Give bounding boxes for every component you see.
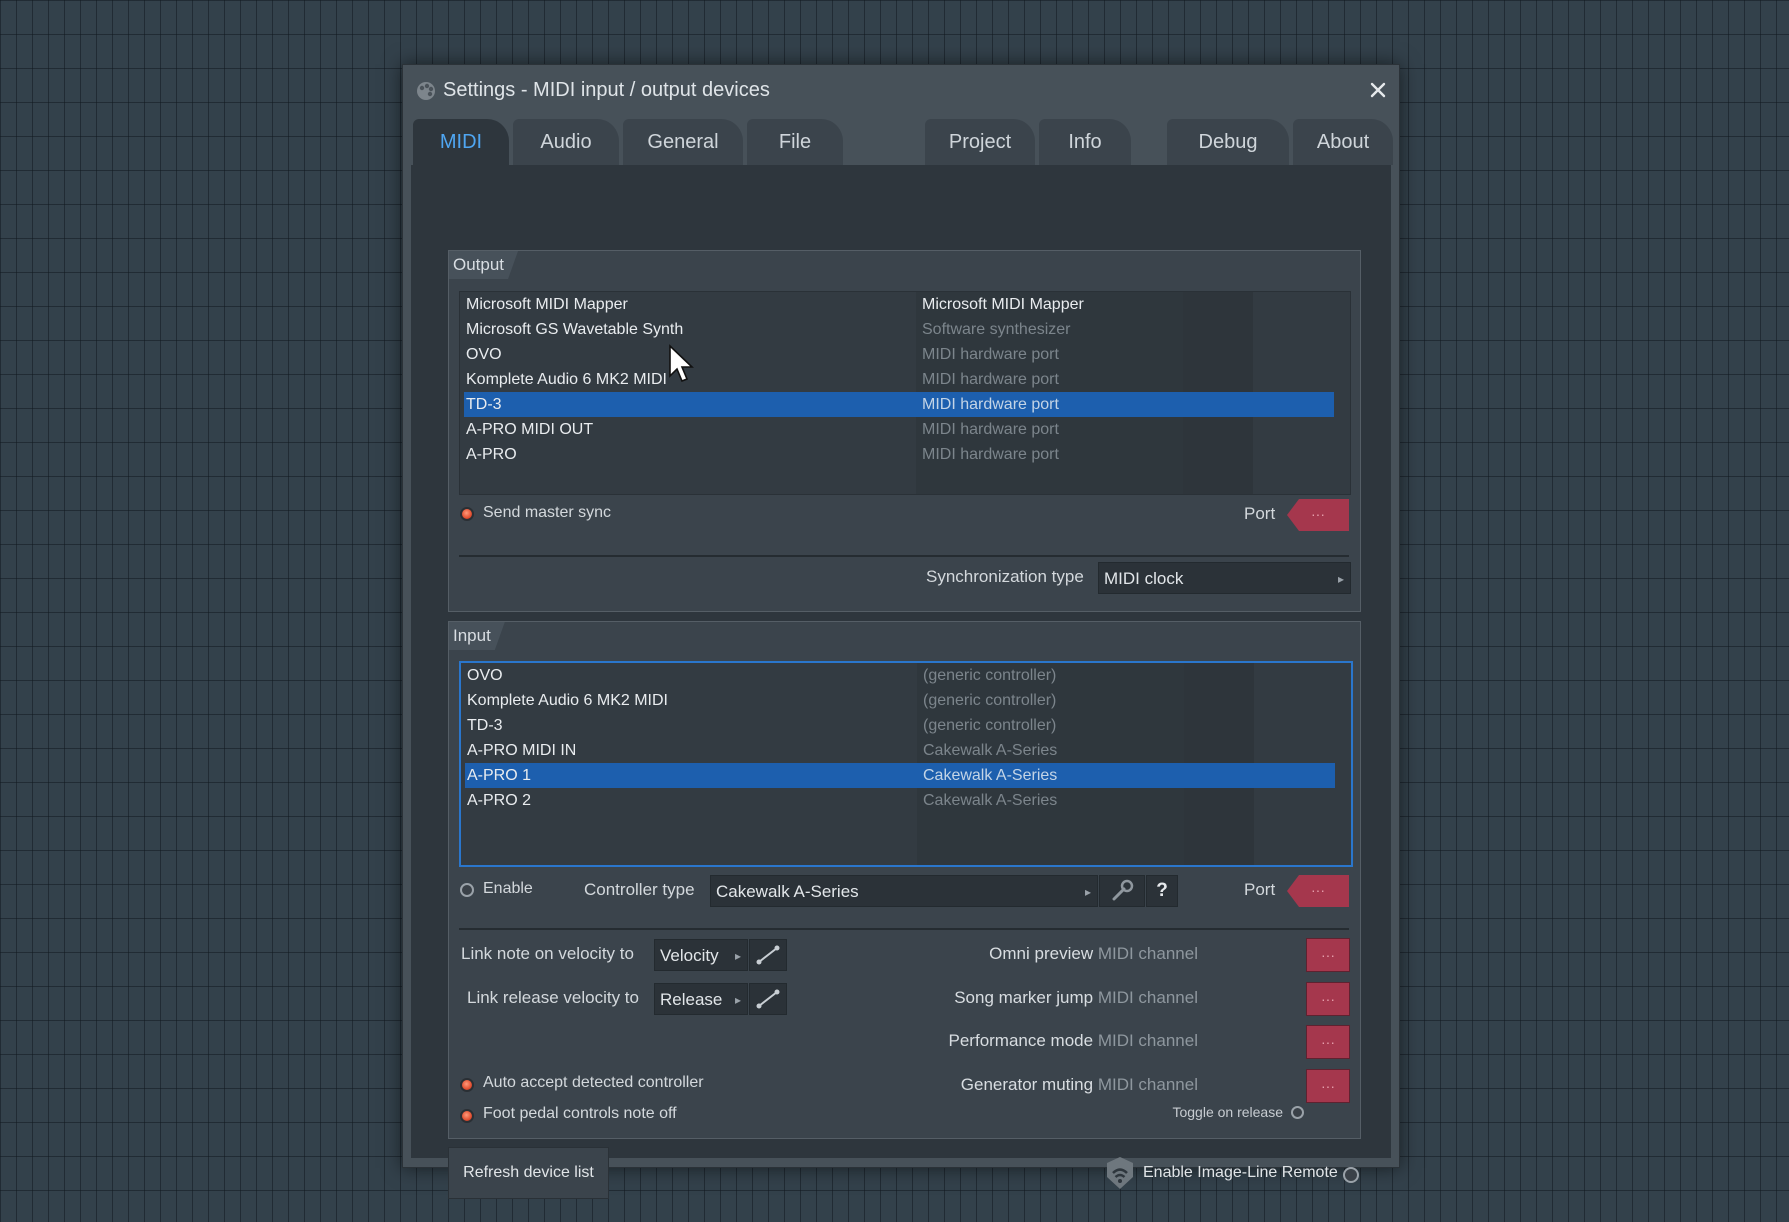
- controller-settings-button[interactable]: [1099, 875, 1145, 907]
- list-item[interactable]: A-PRO MIDI OUT MIDI hardware port: [464, 417, 1334, 442]
- tab-debug[interactable]: Debug: [1167, 119, 1289, 165]
- list-item[interactable]: A-PRO MIDI hardware port: [464, 442, 1334, 467]
- help-button[interactable]: ?: [1146, 875, 1178, 907]
- list-item[interactable]: A-PRO MIDI IN Cakewalk A-Series: [465, 738, 1335, 763]
- input-group-label: Input: [449, 622, 505, 650]
- song-marker-jump-channel[interactable]: ···: [1306, 982, 1350, 1016]
- enable-label: Enable: [483, 880, 533, 897]
- output-device-list[interactable]: Microsoft MIDI Mapper Microsoft MIDI Map…: [459, 291, 1351, 495]
- toggle-on-release-led[interactable]: [1291, 1106, 1304, 1119]
- list-item[interactable]: Komplete Audio 6 MK2 MIDI MIDI hardware …: [464, 367, 1334, 392]
- enable-led[interactable]: [460, 883, 474, 897]
- output-port-selector[interactable]: ···: [1287, 499, 1349, 531]
- tab-audio[interactable]: Audio: [513, 119, 619, 165]
- link-release-select[interactable]: Release ▸: [654, 983, 748, 1015]
- remote-shield-icon: [1107, 1157, 1133, 1189]
- auto-accept-led[interactable]: [460, 1078, 474, 1092]
- window-title: Settings - MIDI input / output devices: [443, 79, 770, 101]
- chevron-right-icon: ▸: [734, 949, 741, 963]
- chevron-right-icon: ▸: [734, 993, 741, 1007]
- link-release-label: Link release velocity to: [467, 988, 639, 1007]
- tab-general[interactable]: General: [623, 119, 743, 165]
- omni-preview-label: Omni preview MIDI channel: [989, 944, 1198, 963]
- fl-studio-logo-icon: [417, 82, 435, 100]
- list-item-selected[interactable]: TD-3 MIDI hardware port: [464, 392, 1334, 417]
- midi-settings-panel: Output Microsoft MIDI Mapper Microsoft M…: [411, 165, 1391, 1199]
- chevron-right-icon: ▸: [1084, 885, 1091, 899]
- list-item[interactable]: Komplete Audio 6 MK2 MIDI (generic contr…: [465, 688, 1335, 713]
- foot-pedal-label: Foot pedal controls note off: [483, 1105, 677, 1122]
- output-group: Output Microsoft MIDI Mapper Microsoft M…: [448, 250, 1361, 612]
- enable-remote-led[interactable]: [1343, 1167, 1359, 1183]
- list-item[interactable]: A-PRO 2 Cakewalk A-Series: [465, 788, 1335, 813]
- curve-icon: [756, 989, 780, 1009]
- send-master-sync-label: Send master sync: [483, 504, 612, 521]
- output-port-label: Port: [1244, 504, 1276, 523]
- title-bar[interactable]: Settings - MIDI input / output devices: [403, 65, 1399, 111]
- link-note-on-label: Link note on velocity to: [461, 944, 634, 963]
- list-item-selected[interactable]: A-PRO 1 Cakewalk A-Series: [465, 763, 1335, 788]
- tab-file[interactable]: File: [747, 119, 843, 165]
- list-item[interactable]: Microsoft MIDI Mapper Microsoft MIDI Map…: [464, 292, 1334, 317]
- generator-muting-label: Generator muting MIDI channel: [960, 1075, 1198, 1094]
- input-port-label: Port: [1244, 880, 1276, 899]
- auto-accept-label: Auto accept detected controller: [483, 1074, 704, 1091]
- tab-about[interactable]: About: [1293, 119, 1393, 165]
- curve-icon: [756, 945, 780, 965]
- refresh-device-list-button[interactable]: Refresh device list: [448, 1147, 609, 1199]
- mouse-cursor-icon: [669, 344, 694, 383]
- output-group-label: Output: [449, 251, 518, 279]
- list-item[interactable]: TD-3 (generic controller): [465, 713, 1335, 738]
- link-release-curve-button[interactable]: [749, 983, 787, 1015]
- list-item[interactable]: OVO MIDI hardware port: [464, 342, 1334, 367]
- wrench-icon: [1112, 879, 1134, 901]
- tab-project[interactable]: Project: [925, 119, 1035, 165]
- link-note-on-select[interactable]: Velocity ▸: [654, 939, 748, 971]
- performance-mode-label: Performance mode MIDI channel: [948, 1031, 1198, 1050]
- tab-info[interactable]: Info: [1039, 119, 1131, 165]
- settings-window: Settings - MIDI input / output devices M…: [402, 64, 1400, 1199]
- tab-midi[interactable]: MIDI: [413, 119, 509, 165]
- input-port-selector[interactable]: ···: [1287, 875, 1349, 907]
- sync-type-label: Synchronization type: [926, 567, 1084, 586]
- toggle-on-release-label: Toggle on release: [1172, 1104, 1283, 1120]
- omni-preview-channel[interactable]: ···: [1306, 938, 1350, 972]
- controller-type-label: Controller type: [584, 880, 695, 899]
- generator-muting-channel[interactable]: ···: [1306, 1069, 1350, 1103]
- send-master-sync-led[interactable]: [460, 507, 474, 521]
- sync-type-select[interactable]: MIDI clock ▸: [1098, 562, 1351, 594]
- input-device-list[interactable]: OVO (generic controller) Komplete Audio …: [459, 661, 1353, 867]
- foot-pedal-led[interactable]: [460, 1109, 474, 1123]
- list-item[interactable]: OVO (generic controller): [465, 663, 1335, 688]
- enable-remote-label: Enable Image-Line Remote: [1143, 1164, 1338, 1181]
- input-group: Input OVO (generic controller) Komplete …: [448, 621, 1361, 1139]
- link-note-on-curve-button[interactable]: [749, 939, 787, 971]
- list-item[interactable]: Microsoft GS Wavetable Synth Software sy…: [464, 317, 1334, 342]
- close-icon[interactable]: [1365, 77, 1391, 103]
- chevron-right-icon: ▸: [1337, 572, 1344, 586]
- controller-type-select[interactable]: Cakewalk A-Series ▸: [710, 875, 1098, 907]
- tab-bar: MIDI Audio General File Project Info Deb…: [411, 115, 1395, 167]
- performance-mode-channel[interactable]: ···: [1306, 1025, 1350, 1059]
- song-marker-jump-label: Song marker jump MIDI channel: [954, 988, 1198, 1007]
